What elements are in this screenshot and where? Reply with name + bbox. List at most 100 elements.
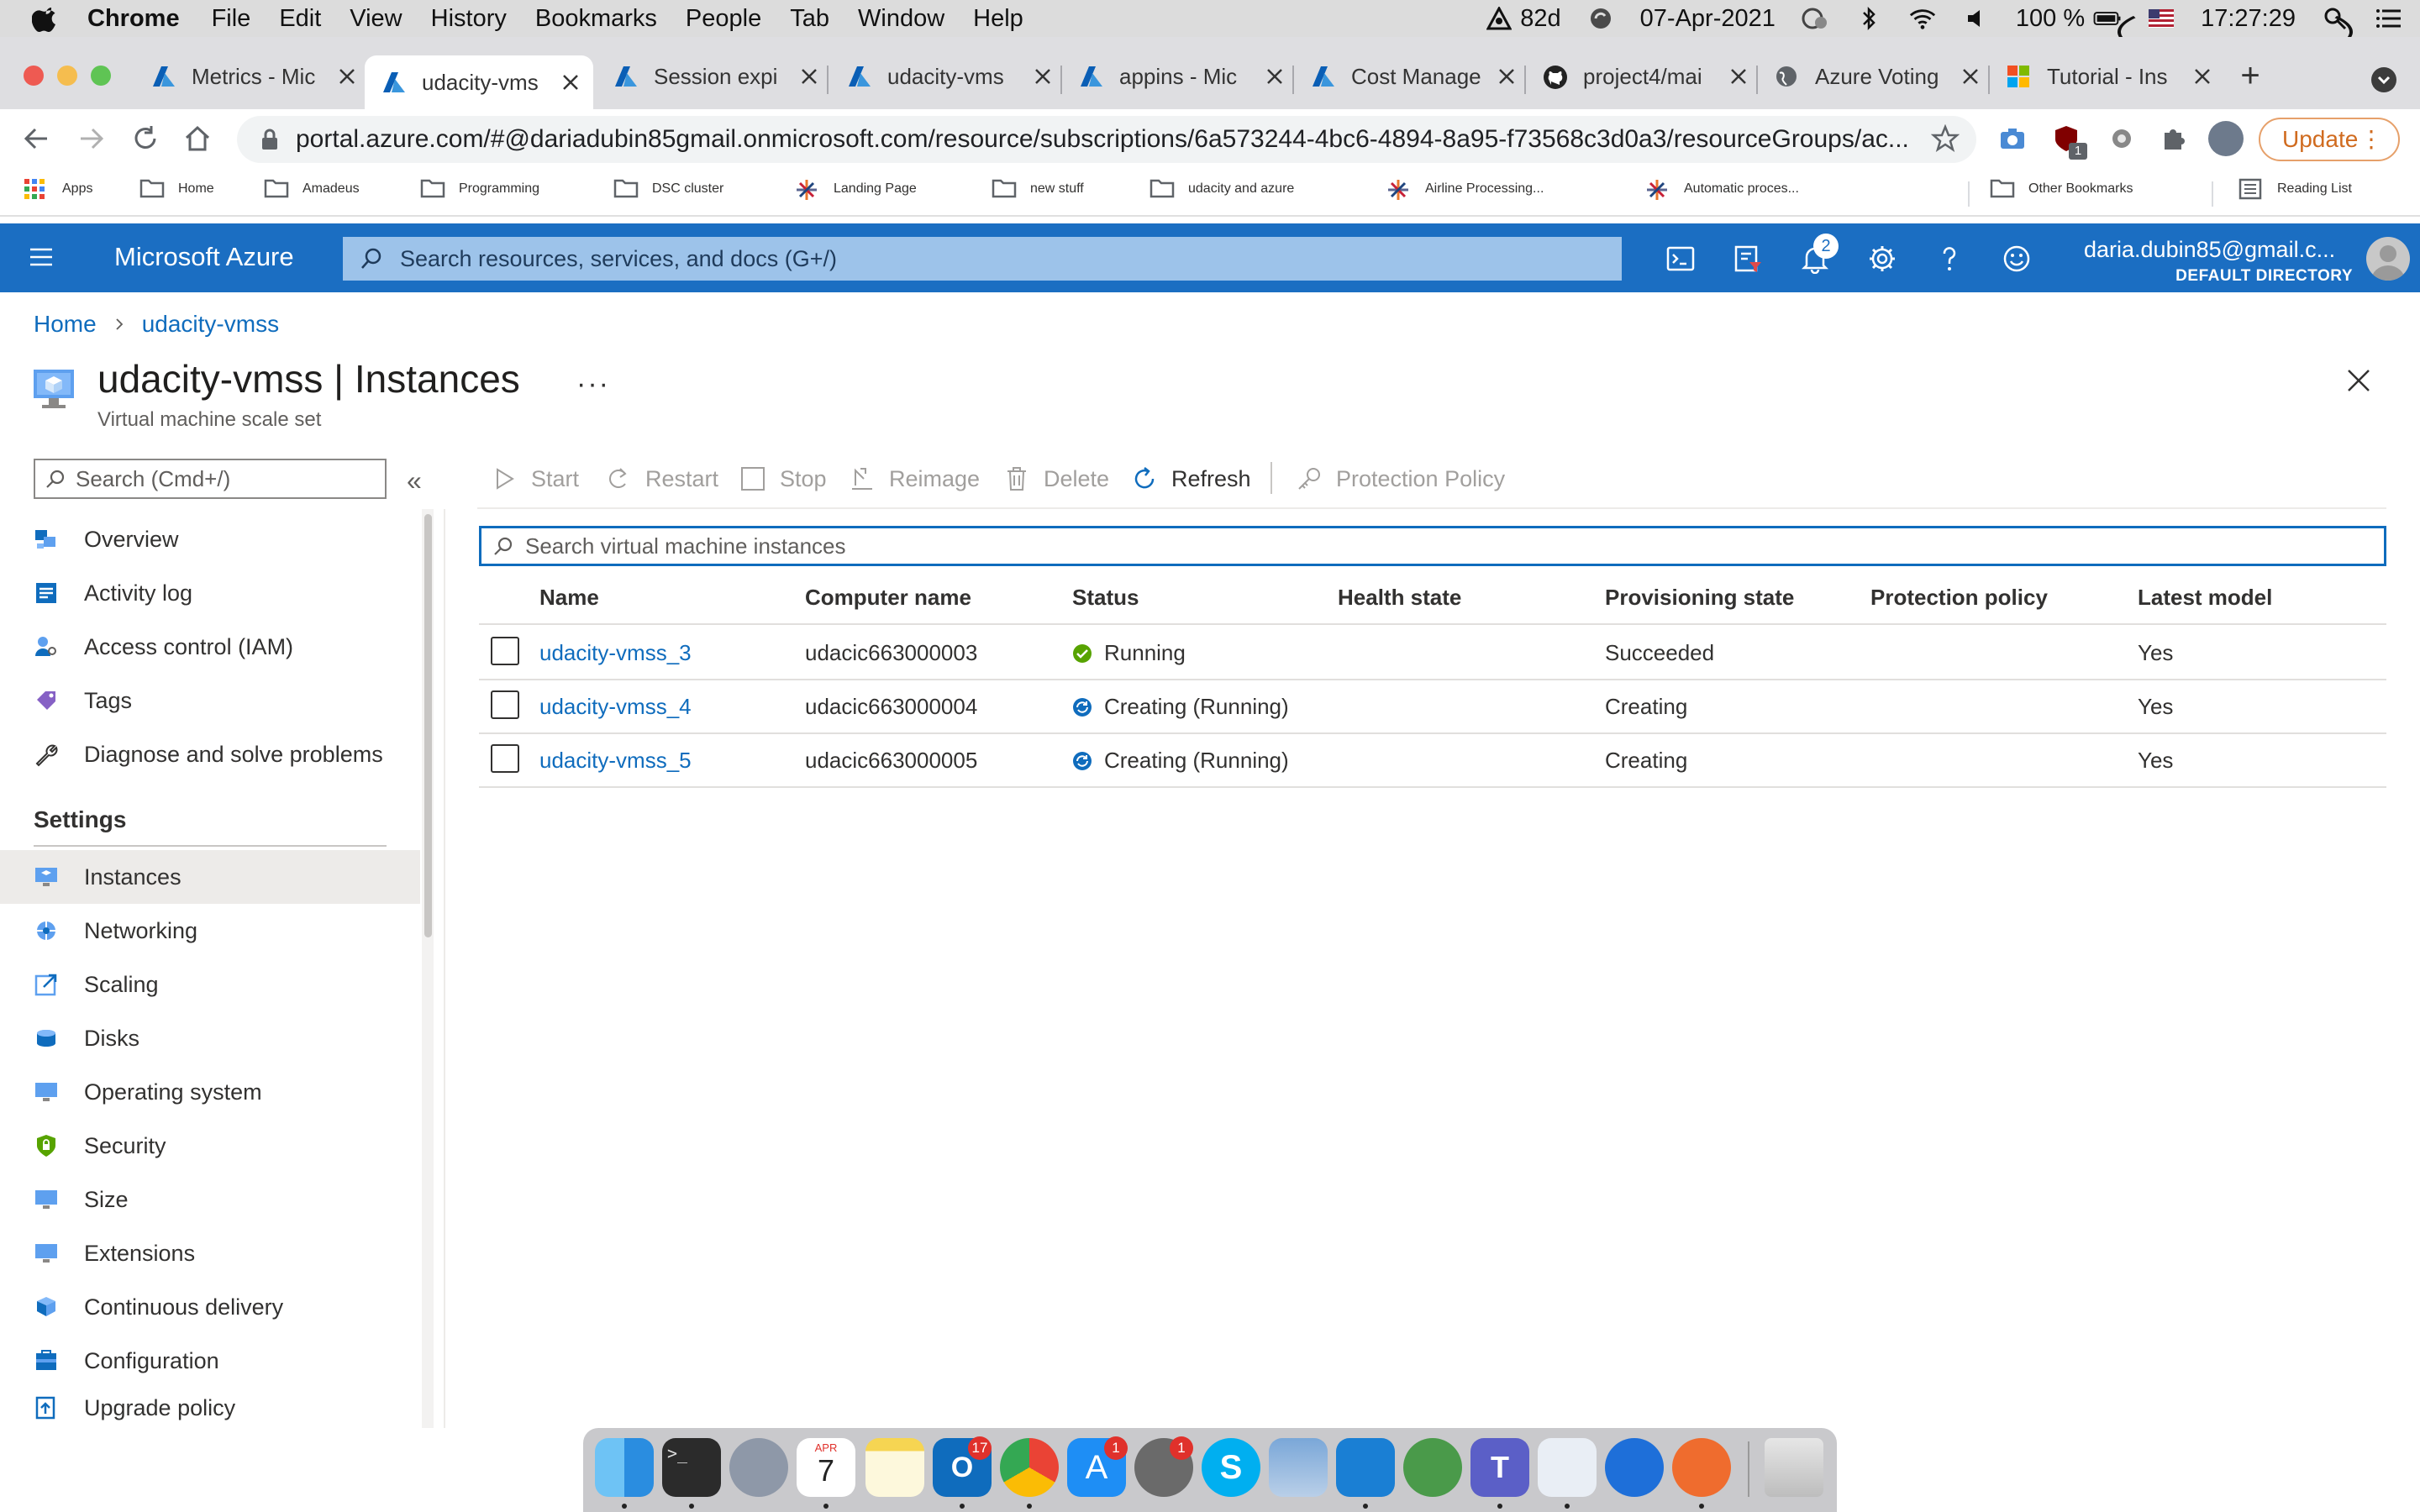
close-icon[interactable]	[1729, 67, 1748, 86]
browser-tab[interactable]: project4/mai	[1543, 52, 1748, 101]
menu-help[interactable]: Help	[973, 5, 1023, 33]
apple-logo-icon[interactable]	[32, 4, 60, 33]
nav-item-tags[interactable]: Tags	[0, 674, 420, 727]
menu-people[interactable]: People	[686, 5, 761, 33]
menu-bookmarks[interactable]: Bookmarks	[535, 5, 657, 33]
menu-tab[interactable]: Tab	[790, 5, 829, 33]
column-header-status[interactable]: Status	[1072, 585, 1139, 611]
breadcrumb-resource-link[interactable]: udacity-vmss	[142, 311, 279, 338]
start-button[interactable]: Start	[491, 462, 579, 496]
settings-gear-icon[interactable]	[1867, 244, 1897, 274]
browser-tab[interactable]: Metrics - Mic	[151, 52, 356, 101]
stop-button[interactable]: Stop	[739, 462, 827, 496]
control-center-icon[interactable]	[2375, 6, 2403, 31]
browser-tab[interactable]: Session expi	[613, 52, 818, 101]
row-select-checkbox[interactable]	[491, 637, 519, 665]
reload-icon[interactable]	[131, 124, 160, 153]
protection-policy-button[interactable]: Protection Policy	[1296, 462, 1505, 496]
close-icon[interactable]	[2193, 67, 2212, 86]
menu-window[interactable]: Window	[858, 5, 944, 33]
account-name[interactable]: daria.dubin85@gmail.c...	[2084, 237, 2335, 263]
postman-icon[interactable]	[1672, 1438, 1731, 1497]
terminal-icon[interactable]: >_	[662, 1438, 721, 1497]
calendar-icon[interactable]: APR 7	[797, 1438, 855, 1497]
browser-tab-active[interactable]: udacity-vms	[365, 55, 593, 109]
column-header-computer-name[interactable]: Computer name	[805, 585, 971, 611]
nav-scrollbar-thumb[interactable]	[424, 514, 432, 937]
browser-tab[interactable]: appins - Mic	[1079, 52, 1284, 101]
bookmark-link[interactable]: Airline Processing...	[1386, 178, 1544, 200]
spotlight-search-icon[interactable]	[2321, 6, 2349, 31]
resource-menu-search[interactable]: Search (Cmd+/)	[34, 459, 387, 499]
breadcrumb-home-link[interactable]: Home	[34, 311, 97, 338]
bookmark-link[interactable]: Landing Page	[795, 178, 917, 200]
nav-item-size[interactable]: Size	[0, 1173, 420, 1226]
close-icon[interactable]	[1265, 67, 1284, 86]
vscode-icon[interactable]	[1336, 1438, 1395, 1497]
back-arrow-icon[interactable]	[22, 124, 50, 153]
column-header-protection-policy[interactable]: Protection policy	[1870, 585, 2048, 611]
browser-tab[interactable]: Tutorial - Ins	[2007, 52, 2212, 101]
window-minimize-button[interactable]	[57, 66, 77, 86]
wifi-icon[interactable]	[1908, 6, 1937, 31]
trash-icon[interactable]	[1765, 1438, 1823, 1497]
column-header-name[interactable]: Name	[539, 585, 599, 611]
help-question-icon[interactable]	[1934, 244, 1965, 274]
nav-item-activity-log[interactable]: Activity log	[0, 566, 420, 620]
refresh-button[interactable]: Refresh	[1131, 462, 1251, 496]
circle-extension-icon[interactable]	[2107, 124, 2136, 153]
nav-item-access-control[interactable]: Access control (IAM)	[0, 620, 420, 674]
bookmark-other-folder[interactable]: Other Bookmarks	[1990, 178, 2133, 200]
instance-name-link[interactable]: udacity-vmss_3	[539, 640, 692, 666]
vpn-icon[interactable]	[1403, 1438, 1462, 1497]
azure-global-search[interactable]: Search resources, services, and docs (G+…	[343, 237, 1622, 281]
home-icon[interactable]	[183, 124, 212, 153]
address-bar[interactable]: portal.azure.com/#@dariadubin85gmail.onm…	[237, 116, 1976, 163]
azure-brand[interactable]: Microsoft Azure	[114, 242, 294, 272]
window-zoom-button[interactable]	[91, 66, 111, 86]
close-icon[interactable]	[1961, 67, 1980, 86]
restart-button[interactable]: Restart	[605, 462, 718, 496]
bookmark-folder[interactable]: Amadeus	[264, 178, 360, 200]
sync-status-icon[interactable]	[1586, 6, 1615, 31]
feedback-smiley-icon[interactable]	[2002, 244, 2032, 274]
skype-icon[interactable]: S	[1202, 1438, 1260, 1497]
nav-item-networking[interactable]: Networking	[0, 904, 420, 958]
nav-item-extensions[interactable]: Extensions	[0, 1226, 420, 1280]
nav-item-security[interactable]: Security	[0, 1119, 420, 1173]
close-icon[interactable]	[1497, 67, 1516, 86]
chrome-icon[interactable]	[1000, 1438, 1059, 1497]
finder-icon[interactable]	[595, 1438, 654, 1497]
cloud-shell-icon[interactable]	[1665, 244, 1696, 274]
close-icon[interactable]	[2344, 366, 2373, 395]
teams-icon[interactable]: T	[1470, 1438, 1529, 1497]
new-tab-button[interactable]: +	[2233, 59, 2267, 94]
bookmark-star-icon[interactable]	[1931, 124, 1960, 153]
menu-edit[interactable]: Edit	[279, 5, 321, 33]
hamburger-menu-icon[interactable]	[29, 245, 54, 269]
instances-search-input[interactable]: Search virtual machine instances	[479, 526, 2386, 566]
preview-icon[interactable]	[1269, 1438, 1328, 1497]
launchpad-icon[interactable]	[729, 1438, 788, 1497]
weather-icon[interactable]	[1485, 6, 1513, 31]
activity-monitor-icon[interactable]	[1801, 6, 1829, 31]
tableau-icon[interactable]	[1538, 1438, 1597, 1497]
bookmark-folder[interactable]: new stuff	[992, 178, 1084, 200]
close-icon[interactable]	[338, 67, 356, 86]
directory-filter-icon[interactable]	[1733, 244, 1763, 274]
row-select-checkbox[interactable]	[491, 690, 519, 719]
menu-history[interactable]: History	[431, 5, 507, 33]
column-header-health-state[interactable]: Health state	[1338, 585, 1461, 611]
bookmark-apps[interactable]: Apps	[24, 178, 92, 200]
reimage-button[interactable]: Reimage	[849, 462, 980, 496]
puzzle-extensions-icon[interactable]	[2160, 124, 2188, 153]
close-icon[interactable]	[561, 73, 580, 92]
bluetooth-icon[interactable]	[1854, 6, 1883, 31]
profile-avatar[interactable]	[2208, 121, 2244, 156]
pin-icon[interactable]	[1605, 1438, 1664, 1497]
bookmark-folder[interactable]: DSC cluster	[613, 178, 723, 200]
menubar-clock[interactable]: 17:27:29	[2201, 5, 2296, 33]
instance-name-link[interactable]: udacity-vmss_4	[539, 694, 692, 720]
column-header-provisioning-state[interactable]: Provisioning state	[1605, 585, 1794, 611]
bookmark-folder[interactable]: Home	[139, 178, 214, 200]
